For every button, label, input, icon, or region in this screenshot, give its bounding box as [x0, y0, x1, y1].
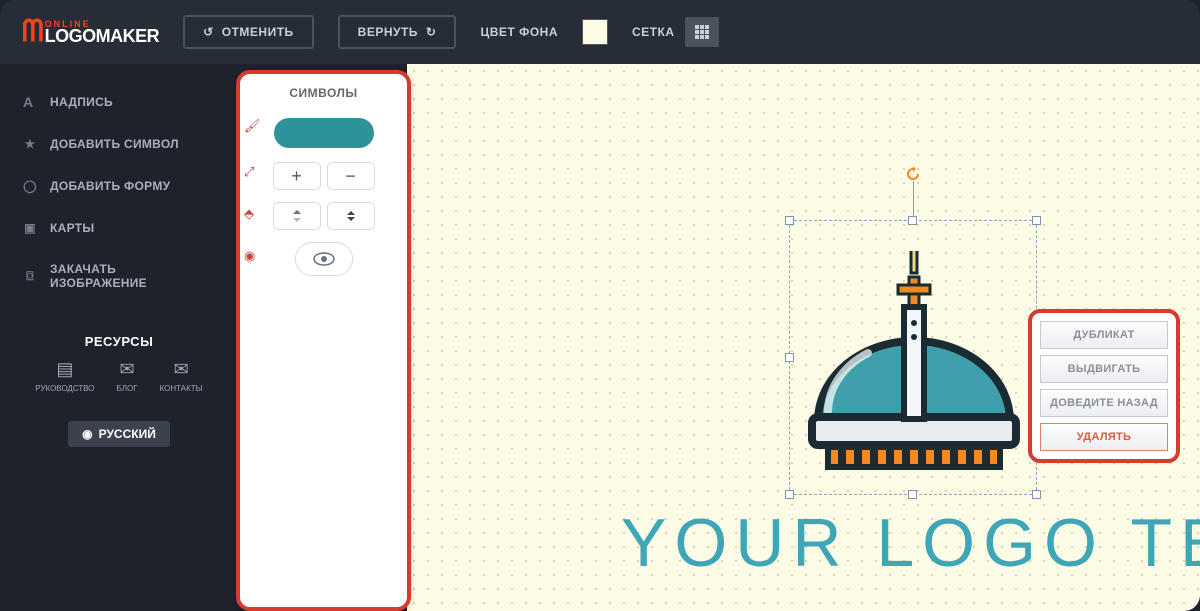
brand-line2: LOGOMAKER: [45, 28, 160, 44]
undo-button[interactable]: ↺ ОТМЕНИТЬ: [183, 15, 313, 49]
resource-contacts[interactable]: ✉ КОНТАКТЫ: [160, 359, 203, 393]
sidebar-item-shape[interactable]: ◯ ДОБАВИТЬ ФОРМУ: [0, 166, 238, 206]
grid-icon: [694, 24, 710, 40]
handle-left-mid[interactable]: [785, 353, 794, 362]
design-canvas[interactable]: YOUR LOGO TEXT ДУБЛИКАТ ВЫДВИГАТЬ ДОВЕДИ…: [407, 64, 1200, 611]
redo-button[interactable]: ВЕРНУТЬ ↻: [338, 15, 457, 49]
brush-icon: 🖌: [244, 118, 258, 132]
sidebar-item-label: НАДПИСЬ: [50, 95, 113, 109]
sidebar-item-label: КАРТЫ: [50, 221, 94, 235]
grid-toggle-button[interactable]: [685, 17, 719, 47]
handle-top-left[interactable]: [785, 216, 794, 225]
flip-horizontal-button[interactable]: [327, 202, 375, 230]
image-icon: ⌼: [22, 268, 38, 284]
circle-icon: ◯: [22, 178, 38, 194]
mail-icon: ✉: [174, 359, 189, 380]
sidebar-item-label: ЗАКАЧАТЬ ИЗОБРАЖЕНИЕ: [50, 262, 216, 290]
sidebar-item-text[interactable]: A НАДПИСЬ: [0, 82, 238, 122]
duplicate-button[interactable]: ДУБЛИКАТ: [1040, 321, 1168, 349]
bring-forward-button[interactable]: ВЫДВИГАТЬ: [1040, 355, 1168, 383]
resize-icon: ⤢: [244, 164, 258, 178]
eye-small-icon: ◉: [244, 248, 258, 262]
rotate-handle[interactable]: [906, 167, 920, 181]
sidebar-item-cards[interactable]: ▣ КАРТЫ: [0, 208, 238, 248]
grid-label: СЕТКА: [632, 25, 675, 39]
globe-icon: ◉: [82, 427, 92, 441]
helmet-symbol[interactable]: [798, 251, 1030, 491]
handle-bottom-left[interactable]: [785, 490, 794, 499]
handle-top-mid[interactable]: [908, 216, 917, 225]
flip-h-icon: [343, 208, 359, 224]
brand-logo: ᗰ ONLINE LOGOMAKER: [22, 15, 159, 49]
cards-icon: ▣: [22, 220, 38, 236]
redo-icon: ↻: [426, 25, 437, 39]
visibility-toggle-button[interactable]: [295, 242, 353, 276]
brand-mark: ᗰ: [22, 15, 42, 49]
selection-box[interactable]: [789, 220, 1037, 495]
flip-icon: ⬘: [244, 206, 258, 220]
handle-bottom-right[interactable]: [1032, 490, 1041, 499]
language-button[interactable]: ◉ РУССКИЙ: [68, 421, 170, 447]
flip-v-icon: [289, 208, 305, 224]
logo-text[interactable]: YOUR LOGO TEXT: [621, 504, 1200, 582]
bg-color-swatch[interactable]: [582, 19, 608, 45]
resources-title: РЕСУРСЫ: [85, 334, 154, 349]
resource-guide[interactable]: ▤ РУКОВОДСТВО: [35, 359, 94, 393]
color-fill-pill[interactable]: [274, 118, 374, 148]
sidebar-item-symbol[interactable]: ★ ДОБАВИТЬ СИМВОЛ: [0, 124, 238, 164]
symbols-panel: СИМВОЛЫ 🖌 ⤢ + − ⬘ ◉: [236, 70, 411, 611]
size-decrease-button[interactable]: −: [327, 162, 375, 190]
handle-bottom-mid[interactable]: [908, 490, 917, 499]
size-increase-button[interactable]: +: [273, 162, 321, 190]
book-icon: ▤: [56, 359, 73, 380]
text-icon: A: [22, 94, 38, 110]
star-icon: ★: [22, 136, 38, 152]
eye-icon: [313, 252, 335, 266]
resource-blog[interactable]: ✉ БЛОГ: [117, 359, 138, 393]
svg-text:A: A: [23, 95, 33, 109]
resources-block: РЕСУРСЫ ▤ РУКОВОДСТВО ✉ БЛОГ ✉ КОНТАКТЫ: [0, 334, 238, 447]
handle-top-right[interactable]: [1032, 216, 1041, 225]
context-menu: ДУБЛИКАТ ВЫДВИГАТЬ ДОВЕДИТЕ НАЗАД УДАЛЯТ…: [1028, 309, 1180, 463]
undo-icon: ↺: [203, 25, 214, 39]
bg-color-label: ЦВЕТ ФОНА: [480, 25, 558, 39]
flip-vertical-button[interactable]: [273, 202, 321, 230]
panel-title: СИМВОЛЫ: [289, 86, 357, 100]
top-toolbar: ᗰ ONLINE LOGOMAKER ↺ ОТМЕНИТЬ ВЕРНУТЬ ↻ …: [0, 0, 1200, 64]
sidebar-item-label: ДОБАВИТЬ СИМВОЛ: [50, 137, 179, 151]
left-sidebar: A НАДПИСЬ ★ ДОБАВИТЬ СИМВОЛ ◯ ДОБАВИТЬ Ф…: [0, 64, 238, 611]
rotate-stem: [913, 181, 914, 217]
delete-button[interactable]: УДАЛЯТЬ: [1040, 423, 1168, 451]
chat-icon: ✉: [120, 359, 135, 380]
sidebar-item-upload[interactable]: ⌼ ЗАКАЧАТЬ ИЗОБРАЖЕНИЕ: [0, 250, 238, 302]
send-back-button[interactable]: ДОВЕДИТЕ НАЗАД: [1040, 389, 1168, 417]
sidebar-item-label: ДОБАВИТЬ ФОРМУ: [50, 179, 170, 193]
